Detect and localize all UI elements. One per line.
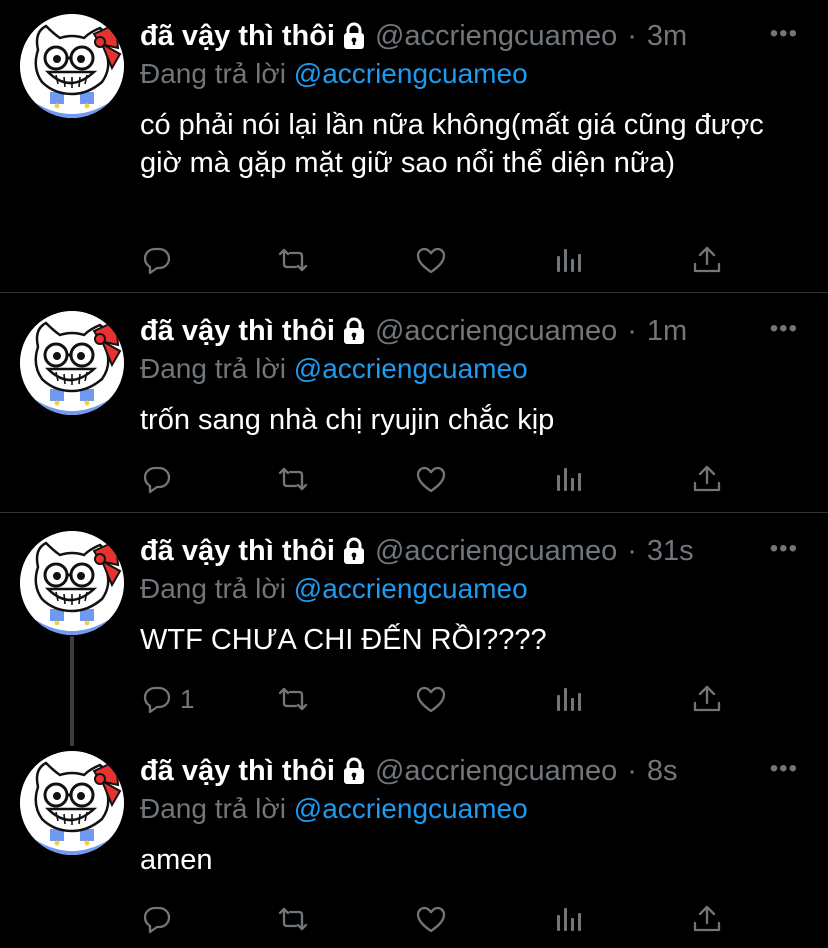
reply-icon <box>143 466 171 494</box>
more-icon[interactable]: ••• <box>770 535 798 563</box>
share-icon <box>693 465 721 492</box>
replying-to: Đang trả lời @accriengcuameo <box>140 353 528 385</box>
tweet-header: đã vậy thì thôi @accriengcuameo · 8s <box>140 751 678 791</box>
views-button[interactable] <box>552 459 586 499</box>
separator-dot: · <box>627 534 637 567</box>
views-button[interactable] <box>552 240 586 280</box>
tweet-header: đã vậy thì thôi @accriengcuameo · 1m <box>140 311 687 351</box>
heart-icon <box>416 906 446 933</box>
retweet-icon <box>278 248 308 272</box>
heart-icon <box>416 466 446 493</box>
timestamp[interactable]: 31s <box>647 535 694 568</box>
heart-icon <box>416 247 446 274</box>
replying-to: Đang trả lời @accriengcuameo <box>140 573 528 605</box>
separator-dot: · <box>627 754 637 787</box>
views-icon <box>557 908 581 931</box>
tweet-actions: 1 <box>140 679 740 719</box>
share-button[interactable] <box>690 899 724 939</box>
reply-button[interactable]: 1 <box>140 679 194 719</box>
display-name[interactable]: đã vậy thì thôi <box>140 315 335 348</box>
avatar[interactable] <box>20 14 124 118</box>
replying-to-label: Đang trả lời <box>140 793 286 824</box>
replying-to: Đang trả lời @accriengcuameo <box>140 793 528 825</box>
heart-icon <box>416 686 446 713</box>
tweet-text: trốn sang nhà chị ryujin chắc kịp <box>140 404 555 436</box>
share-button[interactable] <box>690 459 724 499</box>
share-icon <box>693 685 721 712</box>
more-icon[interactable]: ••• <box>770 20 798 48</box>
tweet-1[interactable]: đã vậy thì thôi @accriengcuameo · 3m •••… <box>0 0 828 292</box>
replying-to-label: Đang trả lời <box>140 58 286 89</box>
separator-dot: · <box>627 19 637 52</box>
reply-button[interactable] <box>140 899 174 939</box>
retweet-button[interactable] <box>276 459 310 499</box>
avatar[interactable] <box>20 531 124 635</box>
retweet-button[interactable] <box>276 240 310 280</box>
tweet-actions <box>140 459 740 499</box>
tweet-text: WTF CHƯA CHI ĐẾN RỒI???? <box>140 624 547 656</box>
display-name[interactable]: đã vậy thì thôi <box>140 755 335 788</box>
lock-icon <box>342 22 366 51</box>
tweet-4[interactable]: đã vậy thì thôi @accriengcuameo · 8s •••… <box>0 733 828 948</box>
reply-icon <box>143 906 171 934</box>
share-button[interactable] <box>690 679 724 719</box>
timestamp[interactable]: 3m <box>647 20 687 53</box>
more-icon[interactable]: ••• <box>770 755 798 783</box>
reply-button[interactable] <box>140 459 174 499</box>
tweet-text: amen <box>140 844 213 876</box>
reply-button[interactable] <box>140 240 174 280</box>
reply-mention-link[interactable]: @accriengcuameo <box>294 573 528 604</box>
tweet-3[interactable]: đã vậy thì thôi @accriengcuameo · 31s ••… <box>0 513 828 733</box>
handle[interactable]: @accriengcuameo <box>375 535 617 568</box>
views-button[interactable] <box>552 679 586 719</box>
like-button[interactable] <box>414 459 448 499</box>
views-icon <box>557 468 581 491</box>
avatar[interactable] <box>20 311 124 415</box>
retweet-icon <box>278 467 308 491</box>
reply-icon <box>143 686 171 714</box>
retweet-icon <box>278 687 308 711</box>
lock-icon <box>342 757 366 786</box>
replying-to-label: Đang trả lời <box>140 573 286 604</box>
display-name[interactable]: đã vậy thì thôi <box>140 535 335 568</box>
timestamp[interactable]: 8s <box>647 755 678 788</box>
views-button[interactable] <box>552 899 586 939</box>
tweet-header: đã vậy thì thôi @accriengcuameo · 3m <box>140 16 687 56</box>
share-button[interactable] <box>690 240 724 280</box>
retweet-icon <box>278 907 308 931</box>
reply-count: 1 <box>180 683 195 714</box>
tweet-header: đã vậy thì thôi @accriengcuameo · 31s <box>140 531 694 571</box>
share-icon <box>693 905 721 932</box>
avatar[interactable] <box>20 751 124 855</box>
views-icon <box>557 249 581 272</box>
retweet-button[interactable] <box>276 899 310 939</box>
lock-icon <box>342 317 366 346</box>
replying-to: Đang trả lời @accriengcuameo <box>140 58 528 90</box>
handle[interactable]: @accriengcuameo <box>375 755 617 788</box>
handle[interactable]: @accriengcuameo <box>375 20 617 53</box>
share-icon <box>693 246 721 273</box>
retweet-button[interactable] <box>276 679 310 719</box>
reply-icon <box>143 247 171 275</box>
like-button[interactable] <box>414 679 448 719</box>
reply-mention-link[interactable]: @accriengcuameo <box>294 793 528 824</box>
replying-to-label: Đang trả lời <box>140 353 286 384</box>
tweet-text: có phải nói lại lần nữa không(mất giá cũ… <box>140 109 764 179</box>
like-button[interactable] <box>414 899 448 939</box>
timestamp[interactable]: 1m <box>647 315 687 348</box>
more-icon[interactable]: ••• <box>770 315 798 343</box>
reply-mention-link[interactable]: @accriengcuameo <box>294 353 528 384</box>
lock-icon <box>342 537 366 566</box>
tweet-actions <box>140 240 740 280</box>
reply-mention-link[interactable]: @accriengcuameo <box>294 58 528 89</box>
display-name[interactable]: đã vậy thì thôi <box>140 20 335 53</box>
separator-dot: · <box>627 314 637 347</box>
handle[interactable]: @accriengcuameo <box>375 315 617 348</box>
like-button[interactable] <box>414 240 448 280</box>
tweet-actions <box>140 899 740 939</box>
views-icon <box>557 688 581 711</box>
tweet-2[interactable]: đã vậy thì thôi @accriengcuameo · 1m •••… <box>0 293 828 511</box>
